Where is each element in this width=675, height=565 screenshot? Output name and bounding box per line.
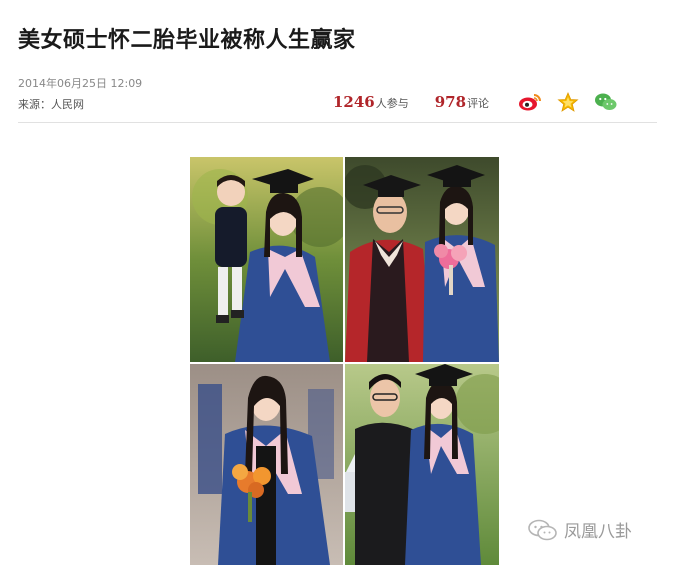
comments-count[interactable]: 978	[435, 93, 466, 111]
photo-with-bouquet	[190, 364, 343, 565]
watermark: 凤凰八卦	[528, 517, 632, 542]
graduation-photo-collage	[190, 157, 499, 565]
star-icon	[557, 92, 579, 112]
engagement-stats: 1246 人参与 978 评论	[333, 93, 489, 111]
photo-mother-with-child	[190, 157, 343, 362]
weibo-icon	[519, 94, 541, 111]
share-bar	[518, 92, 618, 112]
wechat-share-button[interactable]	[594, 92, 618, 112]
article-title: 美女硕士怀二胎毕业被称人生赢家	[18, 27, 356, 53]
wechat-icon	[595, 93, 617, 110]
comments-label: 评论	[467, 97, 490, 110]
participants-label: 人参与	[375, 97, 409, 110]
favorite-button[interactable]	[556, 92, 580, 112]
header-divider	[18, 122, 657, 123]
article-source[interactable]: 来源：人民网	[18, 96, 84, 112]
weibo-share-button[interactable]	[518, 92, 542, 112]
publish-date: 2014年06月25日 12:09	[18, 77, 143, 90]
participants-count[interactable]: 1246	[333, 93, 375, 111]
watermark-text: 凤凰八卦	[564, 522, 632, 542]
photo-with-professor	[345, 157, 499, 362]
photo-with-partner	[345, 364, 499, 565]
wechat-watermark-icon	[528, 519, 557, 540]
